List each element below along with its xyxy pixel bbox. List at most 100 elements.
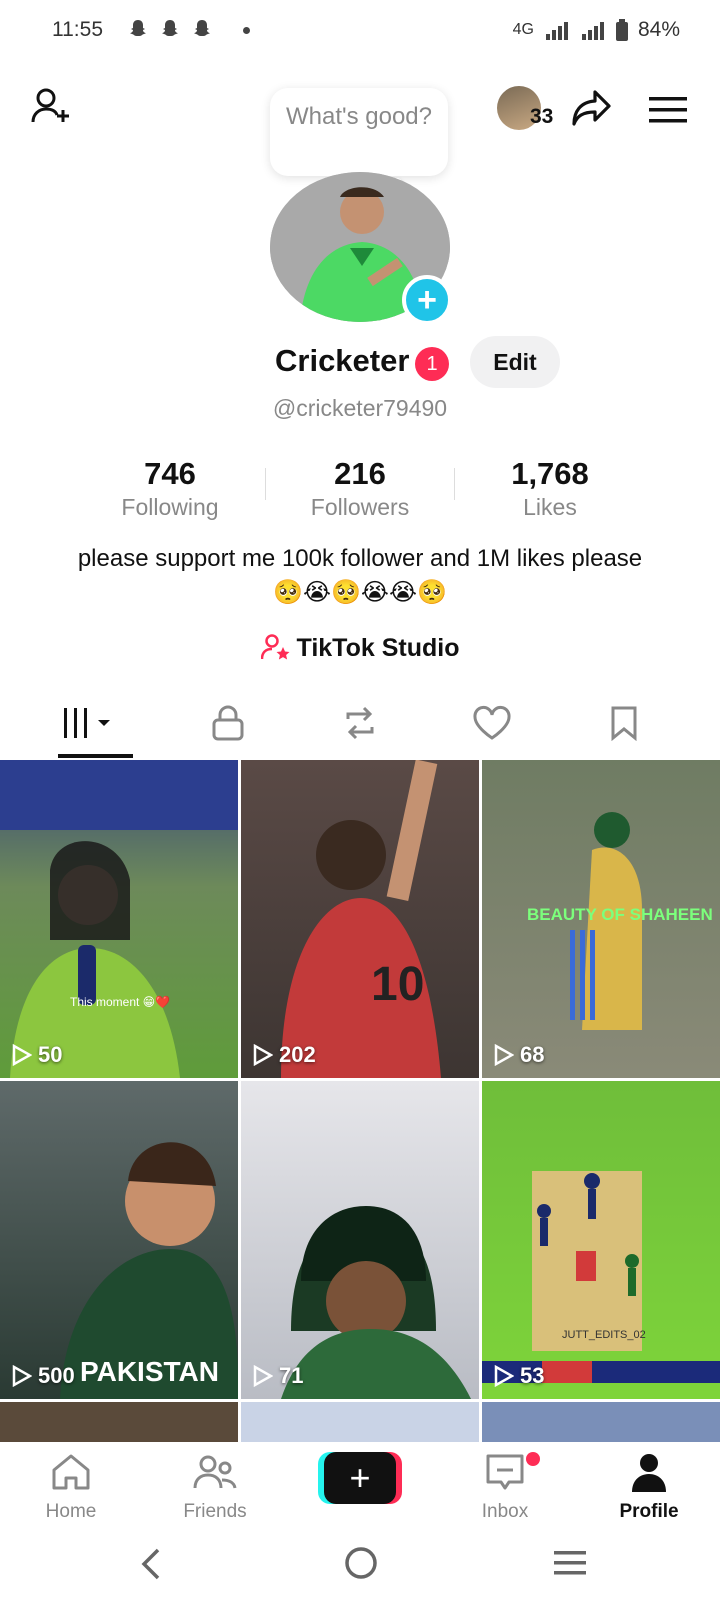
svg-text:BEAUTY OF SHAHEEN: BEAUTY OF SHAHEEN: [527, 905, 713, 924]
view-count: 202: [253, 1042, 316, 1068]
video-tile[interactable]: [482, 1402, 720, 1442]
video-tile[interactable]: PAKISTAN 500: [0, 1081, 238, 1399]
view-count-value: 202: [279, 1042, 316, 1067]
divider: [454, 468, 455, 500]
play-icon: [12, 1365, 32, 1387]
active-tab-indicator: [58, 754, 133, 758]
video-tile[interactable]: [241, 1402, 479, 1442]
following-count: 746: [144, 456, 196, 491]
network-label: 4G: [512, 21, 534, 38]
snapchat-icon: [130, 20, 146, 36]
battery-icon: [615, 19, 628, 41]
nav-home-label: Home: [45, 1501, 97, 1522]
video-thumbnail: [482, 1171, 720, 1383]
video-tile[interactable]: 71: [241, 1081, 479, 1399]
tab-favorites[interactable]: [552, 688, 696, 758]
heart-icon: [473, 706, 511, 740]
nav-friends[interactable]: Friends: [160, 1452, 270, 1523]
friends-icon: [193, 1455, 237, 1489]
friends-count: 33: [530, 105, 554, 128]
video-thumbnail: 10: [281, 760, 441, 1078]
play-icon: [12, 1044, 32, 1066]
svg-text:10: 10: [371, 958, 424, 1011]
home-circle-icon[interactable]: [344, 1546, 378, 1580]
following-label: Following: [121, 494, 219, 520]
svg-text:PAKISTAN: PAKISTAN: [80, 1356, 219, 1387]
signal-icon: [581, 22, 604, 40]
create-button[interactable]: +: [318, 1452, 402, 1504]
tiktok-studio-link[interactable]: TikTok Studio: [0, 633, 720, 663]
tab-videos[interactable]: [20, 688, 164, 758]
stat-followers[interactable]: 216 Followers: [270, 456, 450, 521]
tab-liked[interactable]: [420, 688, 564, 758]
profile-name: Cricketer: [275, 343, 410, 378]
add-photo-button[interactable]: +: [402, 275, 452, 325]
bookmark-icon: [611, 706, 637, 741]
share-icon: [572, 90, 611, 126]
likes-label: Likes: [523, 494, 577, 520]
nav-inbox-label: Inbox: [481, 1501, 529, 1522]
play-icon: [253, 1044, 273, 1066]
lock-icon: [212, 705, 244, 741]
recents-icon[interactable]: [552, 1548, 588, 1578]
nav-profile[interactable]: Profile: [594, 1452, 704, 1523]
status-bubble[interactable]: What's good?: [270, 88, 448, 176]
nav-inbox[interactable]: Inbox: [450, 1452, 560, 1523]
notification-badge[interactable]: 1: [415, 347, 449, 381]
inbox-badge: [526, 1452, 540, 1466]
nav-home[interactable]: Home: [16, 1452, 126, 1523]
plus-icon: +: [324, 1452, 396, 1504]
video-tile[interactable]: This moment 😁❤️ 50: [0, 760, 238, 1078]
system-nav-bar: [0, 1532, 720, 1612]
profile-handle: @cricketer79490: [272, 395, 448, 421]
view-count-value: 50: [38, 1042, 63, 1067]
tab-reposts[interactable]: [288, 688, 432, 758]
signal-icon: [545, 22, 568, 40]
add-friend-button[interactable]: [28, 82, 76, 130]
repost-icon: [346, 706, 374, 740]
share-button[interactable]: [568, 84, 616, 132]
video-tile[interactable]: [0, 1402, 238, 1442]
add-person-icon: [31, 88, 69, 123]
status-right: 4G 84%: [513, 18, 680, 42]
stat-likes[interactable]: 1,768 Likes: [460, 456, 640, 521]
video-thumbnail: [0, 760, 238, 1078]
profile-bio: please support me 100k follower and 1M l…: [77, 545, 643, 606]
status-bar: 11:55 4G 84%: [0, 0, 720, 60]
video-tile[interactable]: BEAUTY OF SHAHEEN 68: [482, 760, 720, 1078]
back-icon[interactable]: [138, 1546, 168, 1582]
play-icon: [494, 1365, 514, 1387]
view-count-value: 500: [38, 1363, 75, 1388]
view-count: 53: [494, 1363, 544, 1389]
view-count: 68: [494, 1042, 544, 1068]
battery-label: 84%: [637, 18, 680, 41]
nav-friends-label: Friends: [183, 1501, 247, 1522]
notification-dot: [243, 27, 250, 34]
play-icon: [494, 1044, 514, 1066]
nav-profile-label: Profile: [619, 1501, 679, 1522]
play-icon: [253, 1365, 273, 1387]
bubble-text: What's good?: [285, 103, 432, 130]
video-thumbnail: BEAUTY OF SHAHEEN: [527, 812, 713, 1030]
tab-private[interactable]: [156, 688, 300, 758]
stat-following[interactable]: 746 Following: [80, 456, 260, 521]
profile-icon: [632, 1454, 666, 1492]
video-thumbnail: PAKISTAN: [60, 1142, 238, 1399]
divider: [265, 468, 266, 500]
profile-tabs: [0, 688, 720, 758]
inbox-icon: [486, 1454, 524, 1490]
video-tile[interactable]: JUTT_EDITS_02 53: [482, 1081, 720, 1399]
view-count: 71: [253, 1363, 303, 1389]
snapchat-icon: [162, 20, 178, 36]
edit-profile-button[interactable]: Edit: [470, 336, 560, 388]
view-count-value: 71: [279, 1363, 304, 1388]
home-icon: [52, 1454, 90, 1490]
view-count: 50: [12, 1042, 62, 1068]
followers-label: Followers: [310, 494, 410, 520]
studio-icon: [260, 634, 290, 660]
menu-button[interactable]: [644, 86, 692, 134]
view-count-value: 68: [520, 1042, 545, 1067]
video-tile[interactable]: 10 202: [241, 760, 479, 1078]
view-count: 500: [12, 1363, 75, 1389]
status-time: 11:55: [52, 18, 103, 41]
